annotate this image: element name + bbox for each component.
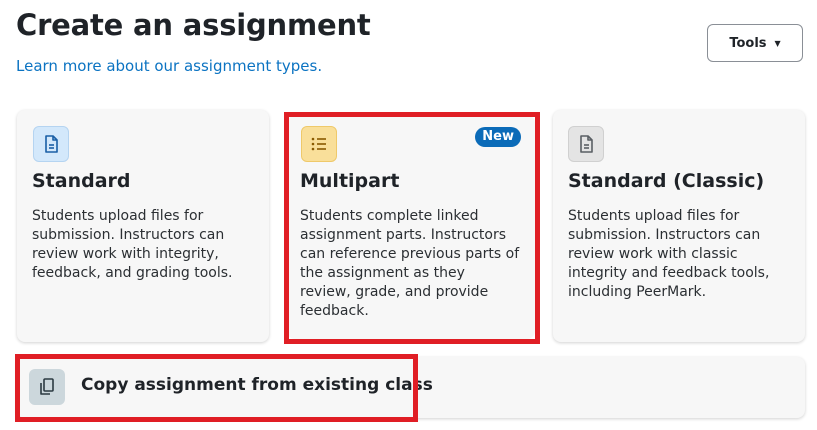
page-title: Create an assignment — [16, 8, 371, 42]
copy-icon — [29, 369, 65, 405]
assignment-card-standard-classic[interactable]: Standard (Classic) Students upload files… — [553, 110, 805, 342]
assignment-card-multipart[interactable]: New Multipart Students complete linked a… — [287, 115, 535, 339]
caret-down-icon: ▼ — [774, 38, 781, 48]
copy-assignment-button[interactable]: Copy assignment from existing class — [17, 357, 805, 418]
document-icon — [33, 126, 69, 162]
list-icon — [301, 126, 337, 162]
learn-more-link[interactable]: Learn more about our assignment types. — [16, 57, 322, 75]
card-description: Students complete linked assignment part… — [300, 208, 520, 319]
copy-assignment-label: Copy assignment from existing class — [81, 375, 433, 395]
card-description: Students upload files for submission. In… — [568, 208, 770, 300]
document-icon — [568, 126, 604, 162]
new-badge: New — [475, 127, 521, 147]
card-heading: Standard (Classic) — [568, 170, 765, 192]
tools-button-label: Tools — [729, 35, 767, 51]
card-heading: Multipart — [300, 170, 400, 192]
card-heading: Standard — [32, 170, 131, 192]
card-description: Students upload files for submission. In… — [32, 208, 233, 281]
assignment-card-standard[interactable]: Standard Students upload files for submi… — [17, 110, 269, 342]
tools-button[interactable]: Tools ▼ — [707, 24, 803, 62]
